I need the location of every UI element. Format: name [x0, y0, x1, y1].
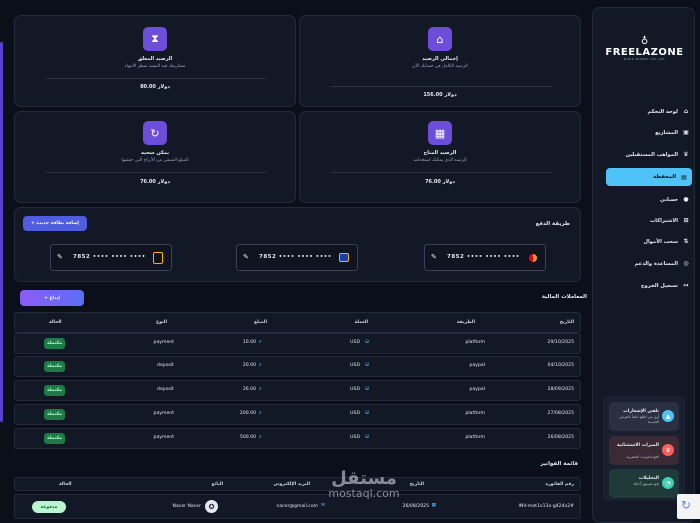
payment-card-wallet[interactable]: 7852 •••• •••• •••• ✎: [50, 244, 172, 271]
sidebar-item-subscriptions[interactable]: الاشتراكات ⊞: [606, 214, 690, 227]
currency-icon: ⛁: [365, 411, 369, 416]
status-badge: مكتملة: [44, 385, 66, 396]
wallet-logo-icon: [153, 252, 163, 264]
currency-icon: ⛁: [365, 387, 369, 392]
send-icon: ➚: [258, 387, 262, 392]
send-icon: ➚: [258, 411, 262, 416]
balance-card-withdrawable: ↻ يمكن سحبه المبلغ المتبقي من الأرباح ال…: [14, 111, 296, 203]
status-badge: مكتملة: [44, 409, 66, 420]
recaptcha-badge[interactable]: ↻: [677, 494, 700, 519]
balance-card-available: ▦ الرصيد المتاح الرصيد الذي يمكنك استخدا…: [299, 111, 581, 203]
table-row: 28/09/2025 paypal USD ⛁ 26.00 ➚ deposit …: [14, 380, 581, 401]
refresh-icon: ↻: [143, 121, 167, 145]
divider: [45, 78, 267, 79]
sidebar-item-dashboard[interactable]: لوحة التحكم ⌂: [606, 105, 690, 118]
edit-icon[interactable]: ✎: [431, 253, 437, 261]
sidebar-item-talents[interactable]: المواهب المستقبلين ♛: [606, 148, 690, 161]
table-row: 29/10/2025 platform USD ⛁ 10.00 ➚ paymen…: [14, 333, 581, 354]
promo-premium[interactable]: ♛ الميزات الاستثنائية افتح الميزات الحصر…: [609, 436, 679, 465]
status-badge: مكتملة: [44, 433, 66, 444]
payment-card-visa[interactable]: 7852 •••• •••• •••• ✎: [236, 244, 358, 271]
watermark-logo: مستقل mostaql.com: [328, 468, 400, 500]
calendar-check-icon: ▦: [428, 121, 452, 145]
edit-icon[interactable]: ✎: [243, 253, 249, 261]
send-icon: ➚: [258, 340, 262, 345]
visa-logo-icon: [339, 253, 349, 262]
brand-tagline: WORK WHERE YOU ARE: [623, 58, 666, 61]
sidebar-item-help[interactable]: المساعدة والدعم ◎: [606, 257, 690, 270]
crown-icon: ♛: [683, 151, 689, 158]
divider: [45, 172, 267, 173]
brand-logo: ♁ FREELAZONE WORK WHERE YOU ARE: [593, 36, 696, 61]
subscriptions-icon: ⊞: [683, 217, 689, 224]
status-badge: مدفوعة: [32, 501, 66, 513]
divider: [330, 172, 552, 173]
send-icon: ➚: [258, 435, 262, 440]
mastercard-logo-icon: [529, 254, 537, 262]
transactions-title: المعاملات المالية: [541, 294, 587, 300]
payment-title: طريقة الدفع: [535, 221, 570, 227]
bell-icon: ▲: [662, 410, 674, 422]
recaptcha-icon: ↻: [681, 498, 692, 512]
sidebar-item-wallet[interactable]: المحفظة ▤: [606, 168, 692, 186]
table-row: 26/08/2025 platform USD ⛁ 500.00 ➚ payme…: [14, 428, 581, 449]
add-card-button[interactable]: + إضافة بطاقة جديدة: [23, 216, 87, 231]
invoices-title: قائمة الفواتير: [540, 461, 578, 467]
help-icon: ◎: [683, 260, 689, 267]
table-row: 27/08/2025 platform USD ⛁ 200.00 ➚ payme…: [14, 404, 581, 425]
divider: [330, 86, 552, 87]
user-icon: ●: [683, 196, 689, 203]
status-badge: مكتملة: [44, 338, 66, 349]
avatar: ✪: [205, 500, 218, 513]
logout-icon: ↦: [683, 282, 689, 289]
deposit-button[interactable]: + إيداع: [20, 290, 84, 306]
projects-icon: ▣: [683, 129, 689, 136]
currency-icon: ⛁: [365, 363, 369, 368]
scroll-indicator: [0, 42, 3, 422]
sidebar-item-projects[interactable]: المشاريع ▣: [606, 126, 690, 139]
promo-analytics[interactable]: ◔ التحليلات تابع مستوى أدائك: [609, 469, 679, 498]
invoices-header: رقم الفاتورة التاريخ البريد الإلكتروني ا…: [14, 477, 581, 491]
crown-icon: ♛: [662, 444, 674, 456]
sidebar-item-withdraw[interactable]: سحب الأموال ⇅: [606, 235, 690, 248]
lightbulb-icon: ♁: [640, 36, 649, 47]
send-icon: ➚: [258, 363, 262, 368]
currency-icon: ⛁: [365, 435, 369, 440]
sidebar-item-logout[interactable]: تسجيل الخروج ↦: [606, 279, 690, 292]
transactions-header: التاريخ الطريقة العملة المبلغ النوع الحا…: [14, 312, 581, 333]
dashboard-icon: ⌂: [683, 108, 689, 115]
table-row: 04/10/2025 paypal USD ⛁ 20.00 ➚ deposit …: [14, 356, 581, 377]
wallet-icon: ▤: [681, 173, 687, 181]
brand-name: FREELAZONE: [605, 47, 684, 58]
promo-notifications[interactable]: ▲ تلقي الإشعارات أول من اطلع دائماً بالف…: [609, 402, 679, 431]
hourglass-icon: ⧗: [143, 27, 167, 51]
bank-icon: ⌂: [428, 27, 452, 51]
withdraw-icon: ⇅: [683, 238, 689, 245]
chart-icon: ◔: [662, 477, 674, 489]
calendar-icon: ▦: [431, 503, 436, 508]
mail-icon: ✉: [321, 503, 325, 508]
balance-card-total: ⌂ إجمالي الرصيد الرصيد الكامل في حسابك ا…: [299, 15, 581, 107]
status-badge: مكتملة: [44, 361, 66, 372]
sidebar-item-account[interactable]: حسابي ●: [606, 193, 690, 206]
invoice-row: INV-met1v13x-g424x2# 26/08/2025 ▦ nacer@…: [14, 494, 581, 519]
edit-icon[interactable]: ✎: [57, 253, 63, 261]
currency-icon: ⛁: [365, 340, 369, 345]
payment-card-mastercard[interactable]: 7852 •••• •••• •••• ✎: [424, 244, 546, 271]
balance-card-pending: ⧗ الرصيد المعلق مشاريعك قيد التنفيذ تنتظ…: [14, 15, 296, 107]
